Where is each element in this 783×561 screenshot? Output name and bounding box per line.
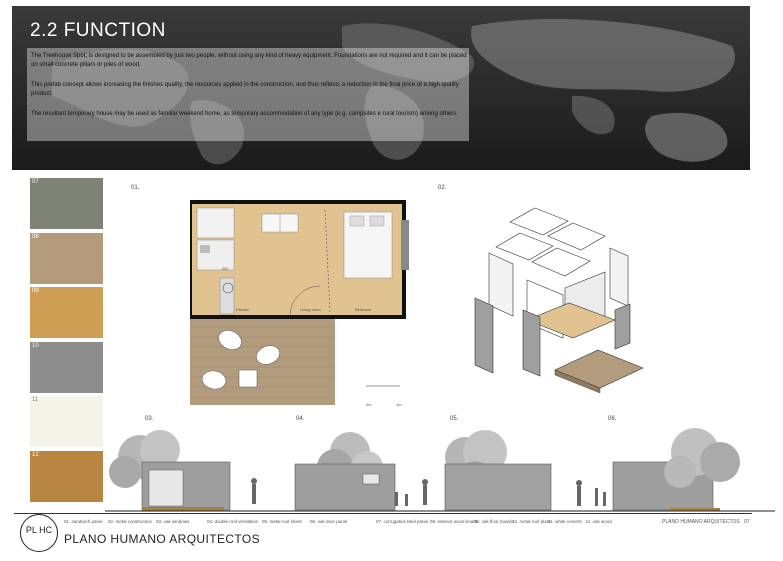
description-paragraph-3: The resultant temporary house may be use… <box>31 111 458 117</box>
footer-page-number: 07 <box>744 519 750 525</box>
description-paragraph-2: This prefab concept allows increasing th… <box>31 82 459 97</box>
material-swatch-08: 08 <box>30 233 103 284</box>
legend-item: 01. sandwich panel <box>64 519 103 524</box>
page-title: 2.2 FUNCTION <box>30 20 166 41</box>
company-name: PLANO HUMANO ARQUITECTOS <box>64 532 261 546</box>
material-swatch-number: 07 <box>32 179 39 185</box>
room-label-bedroom: Bedroom <box>355 307 372 312</box>
legend-item: 06. oak door panel <box>310 519 348 524</box>
figure-number-02: 02. <box>438 185 447 191</box>
material-swatch-09: 09 <box>30 287 103 338</box>
legend-item: 09. oak floor boards <box>474 519 514 524</box>
material-swatch-11: 11 <box>30 396 103 447</box>
logo-mark: PL HC <box>25 525 53 535</box>
legend-item: 05. metal roof sheet <box>262 519 302 524</box>
description-box: The Treehouse Spot, is designed to be as… <box>27 48 469 141</box>
material-swatch-number: 09 <box>32 288 39 294</box>
legend-item: 07. corrugated steel panel <box>376 519 429 524</box>
material-swatch-number: 08 <box>32 234 39 240</box>
scale-label-start: 0m <box>366 402 372 407</box>
room-label-kitchen: Kitchen <box>236 307 249 312</box>
material-swatch-number: 11 <box>32 397 39 403</box>
footer-company-label: PLANO HUMANO ARQUITECTOS <box>662 519 740 525</box>
legend-item: 02. metal construction <box>108 519 153 524</box>
footer-rule <box>14 513 752 514</box>
company-logo: PL HC <box>20 514 58 552</box>
room-label-wc: WC <box>222 266 229 271</box>
legend-item: 12. oak wood <box>585 519 612 524</box>
material-swatch-12: 12 <box>30 451 103 502</box>
figure-number-01: 01. <box>131 185 140 191</box>
exploded-axonometric-drawing <box>474 207 644 394</box>
material-swatch-number: 10 <box>32 343 39 349</box>
legend-item: 04. double roof ventilation <box>207 519 259 524</box>
room-label-living: Living room <box>300 307 321 312</box>
floor-plan-drawing: Kitchen Living room Bedroom WC 0m 1m <box>190 200 409 407</box>
material-swatch-10: 10 <box>30 342 103 393</box>
material-swatch-number: 12 <box>32 452 39 458</box>
elevations-drawing <box>105 428 775 512</box>
description-paragraph-1: The Treehouse Spot, is designed to be as… <box>31 53 467 68</box>
legend-item: 03. oak windows <box>156 519 190 524</box>
legend-item: 08. exterior wood board <box>430 519 478 524</box>
legend-item: 10. metal roof plate <box>512 519 551 524</box>
legend-item: 11. white cement <box>548 519 582 524</box>
scale-label-end: 1m <box>396 402 402 407</box>
material-swatch-07: 07 <box>30 178 103 229</box>
